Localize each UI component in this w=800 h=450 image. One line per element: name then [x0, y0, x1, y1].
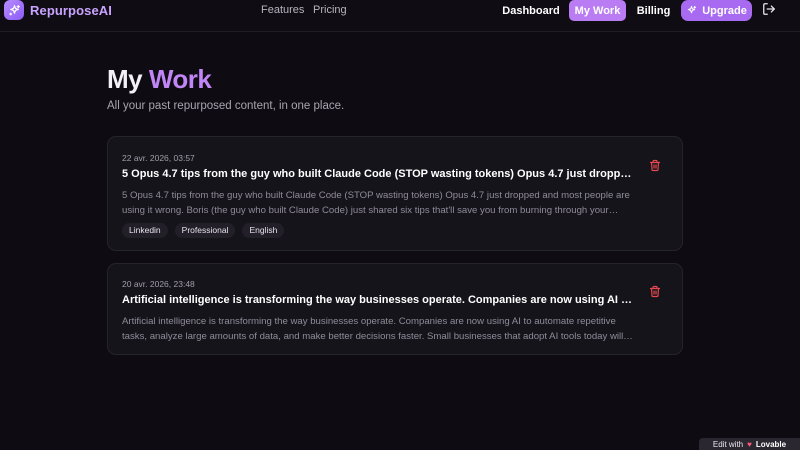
- trash-icon[interactable]: [649, 285, 661, 298]
- badge-prefix: Edit with: [712, 439, 744, 449]
- sparkles-icon: [4, 0, 24, 20]
- item-preview-text: 5 Opus 4.7 tips from the guy who built C…: [122, 190, 630, 216]
- nav-dashboard-button[interactable]: Dashboard: [502, 0, 559, 21]
- item-preview: 5 Opus 4.7 tips from the guy who built C…: [122, 188, 634, 218]
- brand-name: RepurposeAI: [30, 2, 113, 18]
- nav-billing-button[interactable]: Billing: [636, 0, 671, 21]
- page-subtitle: All your past repurposed content, in one…: [107, 100, 345, 112]
- heart-icon: ♥: [747, 439, 752, 449]
- tag-language: English: [242, 223, 285, 238]
- nav-link-features[interactable]: Features: [261, 4, 304, 16]
- sparkles-icon: [686, 5, 697, 16]
- nav-mywork-button[interactable]: My Work: [569, 0, 626, 21]
- item-title: 5 Opus 4.7 tips from the guy who built C…: [122, 168, 634, 180]
- trash-icon[interactable]: [649, 159, 661, 172]
- nav-link-pricing[interactable]: Pricing: [313, 4, 347, 16]
- page-title-main: My: [107, 64, 149, 94]
- tag-tone: Professional: [174, 223, 236, 238]
- edit-with-lovable-badge[interactable]: Edit with ♥ Lovable: [699, 438, 800, 450]
- top-navbar: RepurposeAI Features Pricing Dashboard M…: [0, 0, 800, 32]
- item-date: 20 avr. 2026, 23:48: [122, 279, 195, 289]
- page-title: My Work: [107, 64, 212, 95]
- work-item-card[interactable]: 20 avr. 2026, 23:48 Artificial intellige…: [107, 263, 683, 355]
- item-tags: Linkedin Professional English: [122, 223, 285, 238]
- upgrade-label: Upgrade: [702, 4, 747, 17]
- item-date: 22 avr. 2026, 03:57: [122, 153, 195, 163]
- tag-platform: Linkedin: [122, 223, 168, 238]
- item-title: Artificial intelligence is transforming …: [122, 294, 634, 306]
- logout-icon[interactable]: [762, 2, 780, 18]
- nav-links-2: Pricing: [313, 0, 347, 20]
- badge-name: Lovable: [755, 439, 787, 449]
- item-preview: Artificial intelligence is transforming …: [122, 314, 634, 344]
- page-title-accent: Work: [148, 64, 212, 94]
- item-preview-text: Artificial intelligence is transforming …: [122, 316, 624, 342]
- work-item-card[interactable]: 22 avr. 2026, 03:57 5 Opus 4.7 tips from…: [107, 136, 683, 251]
- brand-home-link[interactable]: RepurposeAI: [4, 0, 112, 20]
- upgrade-button[interactable]: Upgrade: [681, 0, 752, 21]
- nav-links: Features: [261, 0, 304, 20]
